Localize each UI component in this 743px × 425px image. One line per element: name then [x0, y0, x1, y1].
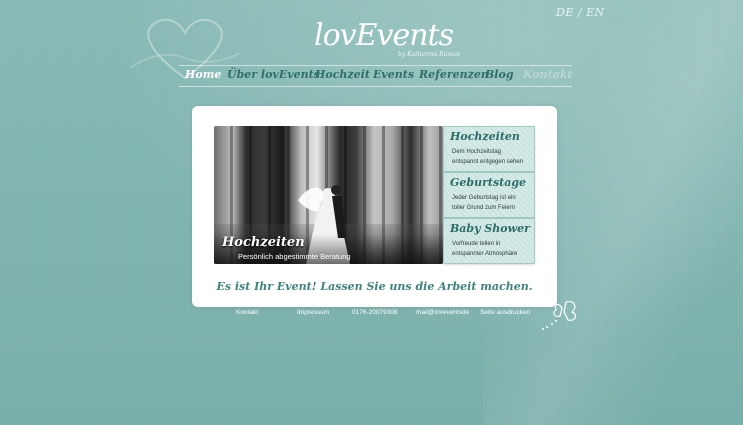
- tile-text: Jeder Geburtstag ist ein toller Grund zu…: [452, 193, 534, 213]
- hero-title: Hochzeiten: [222, 235, 305, 250]
- tile-text-line: toller Grund zum Feiern: [452, 205, 516, 211]
- lang-separator: /: [577, 6, 583, 19]
- tile-text: Dem Hochzeitstag entspannt entgegen sehe…: [452, 147, 534, 167]
- nav-blog[interactable]: Blog: [485, 68, 514, 81]
- content-panel: Hochzeiten Persönlich abgestimmte Beratu…: [192, 106, 557, 307]
- tile-title: Baby Shower: [450, 222, 530, 235]
- tile-hochzeiten[interactable]: Hochzeiten Dem Hochzeitstag entspannt en…: [443, 126, 535, 172]
- slogan: Es ist Ihr Event! Lassen Sie uns die Arb…: [216, 280, 533, 293]
- tile-text-line: Vorfreude teilen in: [452, 241, 501, 247]
- tile-text-line: entspannter Atmosphäre: [452, 251, 518, 257]
- footer: Kontakt Impressum 0176-20079308 mail@lov…: [0, 309, 743, 321]
- footer-email-link[interactable]: mail@loveventsde: [416, 309, 469, 316]
- butterfly-icon: [542, 301, 577, 330]
- tile-geburtstage[interactable]: Geburtstage Jeder Geburtstag ist ein tol…: [443, 172, 535, 218]
- nav-referenzen[interactable]: Referenzen: [419, 68, 489, 81]
- lang-en-link[interactable]: EN: [586, 6, 605, 19]
- logo-subtitle: by Katharina Ramos: [398, 51, 460, 58]
- footer-kontakt-link[interactable]: Kontakt: [236, 309, 258, 316]
- hero-subtitle: Persönlich abgestimmte Beratung: [238, 252, 351, 261]
- footer-phone: 0176-20079308: [352, 309, 398, 316]
- site-logo[interactable]: lovEvents by Katharina Ramos: [314, 6, 460, 62]
- nav-ueber-lovevents[interactable]: Über lovEvents: [227, 68, 320, 81]
- tile-text-line: Dem Hochzeitstag: [452, 149, 502, 155]
- event-tiles: Hochzeiten Dem Hochzeitstag entspannt en…: [443, 126, 535, 264]
- tile-text-line: entspannt entgegen sehen: [452, 159, 524, 165]
- logo-text: lovEvents: [314, 18, 454, 53]
- footer-print-link[interactable]: Seite ausdrucken: [480, 309, 530, 316]
- hero-slider[interactable]: Hochzeiten Persönlich abgestimmte Beratu…: [214, 126, 443, 264]
- nav-hochzeit[interactable]: Hochzeit: [315, 68, 370, 81]
- language-switch: DE / EN: [556, 6, 605, 19]
- lang-de-link[interactable]: DE: [556, 6, 574, 19]
- tile-text: Vorfreude teilen in entspannter Atmosphä…: [452, 239, 534, 259]
- main-navigation: Home Über lovEvents Hochzeit Events Refe…: [179, 65, 573, 87]
- tile-title: Geburtstage: [450, 176, 527, 189]
- nav-events[interactable]: Events: [373, 68, 414, 81]
- tile-baby-shower[interactable]: Baby Shower Vorfreude teilen in entspann…: [443, 218, 535, 264]
- nav-home[interactable]: Home: [185, 68, 221, 81]
- tile-text-line: Jeder Geburtstag ist ein: [452, 195, 516, 201]
- tile-title: Hochzeiten: [450, 130, 520, 143]
- nav-kontakt[interactable]: Kontakt: [523, 68, 573, 81]
- footer-impressum-link[interactable]: Impressum: [297, 309, 329, 316]
